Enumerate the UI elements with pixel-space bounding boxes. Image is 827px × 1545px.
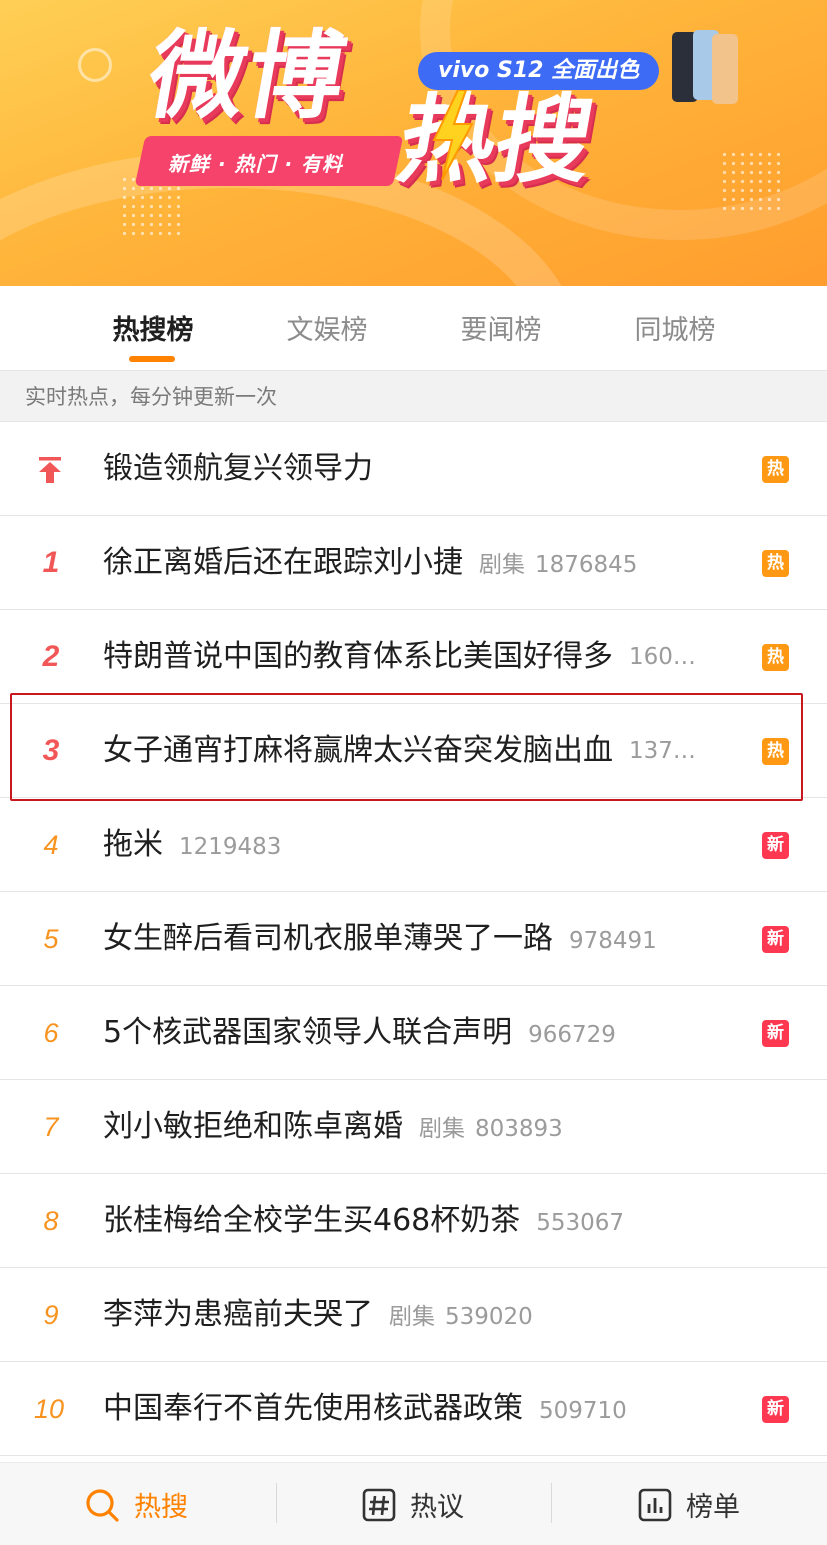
- new-badge: 新: [762, 832, 789, 859]
- banner-decoration: [720, 150, 784, 214]
- nav-label: 热搜: [134, 1492, 188, 1523]
- category-tag: 剧集: [389, 1304, 435, 1330]
- tab-local[interactable]: 同城榜: [615, 308, 735, 347]
- topic-text: 锻造领航复兴领导力: [103, 451, 373, 486]
- topic-text: 张桂梅给全校学生买468杯奶茶 553067: [103, 1203, 625, 1238]
- topic-text: 特朗普说中国的教育体系比美国好得多 160…: [103, 610, 696, 704]
- heat-count: 1876845: [535, 552, 638, 578]
- topic-text: 女子通宵打麻将赢牌太兴奋突发脑出血 137…: [103, 704, 696, 798]
- list-item[interactable]: 锻造领航复兴领导力 热: [0, 422, 827, 516]
- nav-rankings[interactable]: 榜单: [638, 1463, 740, 1545]
- list-subheading: 实时热点，每分钟更新一次: [0, 370, 827, 422]
- new-badge: 新: [762, 926, 789, 953]
- list-item[interactable]: 2 特朗普说中国的教育体系比美国好得多 160… 热: [0, 610, 827, 704]
- phone-image: [712, 34, 738, 104]
- heat-count: 160…: [629, 644, 696, 670]
- tab-hot-search[interactable]: 热搜榜: [93, 308, 213, 347]
- hot-badge: 热: [762, 456, 789, 483]
- tab-news[interactable]: 要闻榜: [441, 308, 561, 347]
- ranking-tabs: 热搜榜 文娱榜 要闻榜 同城榜: [0, 286, 827, 370]
- list-item[interactable]: 4 拖米 1219483 新: [0, 798, 827, 892]
- hashtag-icon: [362, 1488, 396, 1521]
- pin-top-icon: [39, 457, 61, 483]
- new-badge: 新: [762, 1396, 789, 1423]
- rank-number: 6: [43, 1018, 59, 1048]
- list-item[interactable]: 5 女生醉后看司机衣服单薄哭了一路 978491 新: [0, 892, 827, 986]
- list-item[interactable]: 9 李萍为患癌前夫哭了 剧集 539020: [0, 1268, 827, 1362]
- bottom-nav: 热搜 热议 榜单: [0, 1462, 827, 1545]
- hot-badge: 热: [762, 644, 789, 671]
- ad-pill[interactable]: vivo S12 全面出色: [418, 52, 660, 90]
- nav-divider: [551, 1483, 552, 1523]
- heat-count: 509710: [539, 1398, 627, 1424]
- topic-text: 刘小敏拒绝和陈卓离婚 剧集 803893: [103, 1109, 563, 1144]
- topic-text: 拖米 1219483: [103, 827, 282, 862]
- nav-hot-search[interactable]: 热搜: [84, 1463, 188, 1545]
- hot-search-list: 锻造领航复兴领导力 热 1 徐正离婚后还在跟踪刘小捷 剧集 1876845 热 2 …: [0, 422, 827, 1456]
- rank-number: 3: [42, 734, 60, 767]
- banner-title-hotsearch: 热搜: [390, 84, 602, 196]
- chart-icon: [638, 1488, 672, 1521]
- nav-discussion[interactable]: 热议: [362, 1463, 464, 1545]
- hot-badge: 热: [762, 738, 789, 765]
- list-item[interactable]: 1 徐正离婚后还在跟踪刘小捷 剧集 1876845 热: [0, 516, 827, 610]
- rank-number: 4: [43, 830, 59, 860]
- tab-entertainment[interactable]: 文娱榜: [267, 308, 387, 347]
- banner-title-weibo: 微博: [140, 20, 356, 132]
- topic-text: 5个核武器国家领导人联合声明 966729: [103, 1015, 616, 1050]
- banner-slogan: 新鲜 · 热门 · 有料: [168, 152, 344, 176]
- rank-number: 1: [42, 546, 60, 579]
- nav-label: 热议: [410, 1492, 464, 1523]
- topic-text: 女生醉后看司机衣服单薄哭了一路 978491: [103, 921, 657, 956]
- list-item[interactable]: 3 女子通宵打麻将赢牌太兴奋突发脑出血 137… 热: [0, 704, 827, 798]
- heat-count: 553067: [536, 1210, 625, 1236]
- topic-text: 李萍为患癌前夫哭了 剧集 539020: [103, 1297, 533, 1332]
- rank-number: 2: [42, 640, 60, 673]
- list-item[interactable]: 10 中国奉行不首先使用核武器政策 509710 新: [0, 1362, 827, 1456]
- rank-number: 10: [33, 1394, 65, 1424]
- nav-label: 榜单: [686, 1492, 740, 1523]
- new-badge: 新: [762, 1020, 789, 1047]
- category-tag: 剧集: [479, 552, 525, 578]
- category-tag: 剧集: [419, 1116, 465, 1142]
- topic-text: 中国奉行不首先使用核武器政策 509710: [103, 1391, 627, 1426]
- heat-count: 1219483: [179, 834, 282, 860]
- rank-number: 8: [43, 1206, 59, 1236]
- heat-count: 966729: [528, 1022, 616, 1048]
- list-item[interactable]: 6 5个核武器国家领导人联合声明 966729 新: [0, 986, 827, 1080]
- active-tab-indicator: [129, 356, 175, 362]
- nav-divider: [276, 1483, 277, 1523]
- hot-badge: 热: [762, 550, 789, 577]
- rank-number: 7: [43, 1112, 59, 1142]
- heat-count: 539020: [445, 1304, 533, 1330]
- lightning-icon: [432, 90, 474, 180]
- search-icon: [86, 1488, 119, 1522]
- heat-count: 803893: [475, 1116, 563, 1142]
- banner-decoration: [78, 48, 112, 82]
- rank-number: 5: [43, 924, 59, 954]
- topic-text: 徐正离婚后还在跟踪刘小捷 剧集 1876845: [103, 545, 638, 580]
- hot-search-banner[interactable]: 微博 热搜 新鲜 · 热门 · 有料 vivo S12 全面出色: [0, 0, 827, 286]
- list-item[interactable]: 8 张桂梅给全校学生买468杯奶茶 553067: [0, 1174, 827, 1268]
- list-item[interactable]: 7 刘小敏拒绝和陈卓离婚 剧集 803893: [0, 1080, 827, 1174]
- rank-number: 9: [43, 1300, 59, 1330]
- heat-count: 978491: [569, 928, 657, 954]
- heat-count: 137…: [629, 738, 696, 764]
